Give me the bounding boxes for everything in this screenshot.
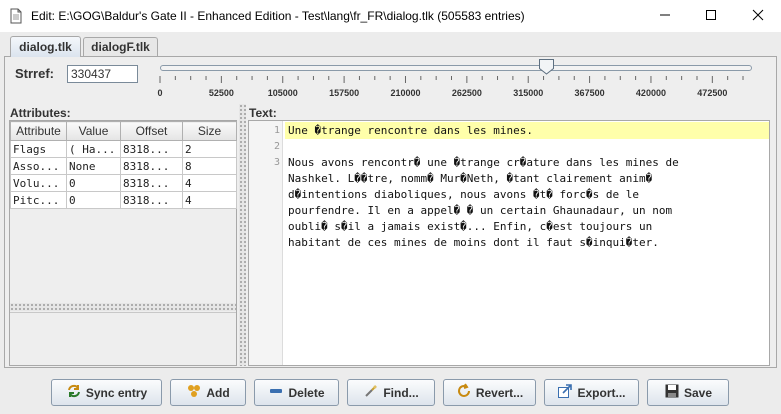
tick-label: 315000	[513, 88, 544, 98]
table-cell: 8318...	[120, 140, 183, 158]
text-line: pourfendre. Il en a appel� � un certain …	[288, 204, 673, 217]
find-icon	[363, 383, 379, 402]
table-cell: 8318...	[120, 191, 183, 209]
attributes-lower-area	[10, 312, 236, 365]
delete-label: Delete	[288, 385, 325, 400]
document-icon	[8, 8, 24, 24]
delete-icon	[268, 383, 284, 402]
delete-button[interactable]: Delete	[254, 379, 339, 406]
add-label: Add	[206, 385, 230, 400]
text-line: d�intentions diaboliques, nous avons �t�…	[288, 188, 639, 201]
table-cell: 8318...	[120, 157, 183, 175]
revert-icon	[456, 383, 472, 402]
attributes-label: Attributes:	[10, 106, 71, 120]
find-button[interactable]: Find...	[347, 379, 435, 406]
revert-button[interactable]: Revert...	[443, 379, 536, 406]
tab-dialog-tlk[interactable]: dialog.tlk	[10, 36, 81, 57]
tab-dialogf-tlk[interactable]: dialogF.tlk	[83, 37, 158, 56]
tick-label: 210000	[390, 88, 421, 98]
table-cell: 4	[182, 191, 237, 209]
text-line: Une �trange rencontre dans les mines.	[288, 124, 534, 137]
title-bar: Edit: E:\GOG\Baldur's Gate II - Enhanced…	[0, 0, 781, 32]
table-cell: 0	[66, 191, 121, 209]
close-icon	[752, 9, 764, 24]
export-button[interactable]: Export...	[544, 379, 639, 406]
table-cell: Volu...	[10, 174, 67, 192]
text-line: Nashkel. L��tre, nomm� Mur�Neth, �tant c…	[288, 172, 653, 185]
maximize-button[interactable]	[688, 0, 734, 32]
attributes-splitter[interactable]	[10, 303, 236, 311]
table-cell: Asso...	[10, 157, 67, 175]
table-cell: ( Ha...	[66, 140, 121, 158]
sync-entry-label: Sync entry	[85, 385, 148, 400]
table-cell: 4	[182, 174, 237, 192]
table-row[interactable]: Flags ( Ha... 8318... 2	[10, 140, 237, 158]
column-header-value[interactable]: Value	[66, 121, 121, 141]
table-cell: 8318...	[120, 174, 183, 192]
window-title: Edit: E:\GOG\Baldur's Gate II - Enhanced…	[31, 9, 525, 23]
text-line: oubli� s�il a jamais exist�... Enfin, c�…	[288, 220, 653, 233]
attributes-header-row: Attribute Value Offset Size	[10, 121, 237, 141]
tick-label: 420000	[635, 88, 666, 98]
table-cell: 2	[182, 140, 237, 158]
slider-ticks	[159, 76, 744, 83]
tick-label: 52500	[208, 88, 234, 98]
text-line: Nous avons rencontr� une �trange cr�atur…	[288, 156, 679, 169]
strref-slider-track[interactable]	[160, 65, 752, 71]
slider-tick-labels: 0 52500 105000 157500 210000 262500 315000 3675…	[0, 88, 781, 100]
minimize-button[interactable]	[642, 0, 688, 32]
table-row[interactable]: Pitc... 0 8318... 4	[10, 191, 237, 209]
table-row[interactable]: Volu... 0 8318... 4	[10, 174, 237, 192]
find-label: Find...	[383, 385, 419, 400]
tick-label: 472500	[697, 88, 728, 98]
tick-label: 0	[157, 88, 163, 98]
table-cell: Pitc...	[10, 191, 67, 209]
table-cell: None	[66, 157, 121, 175]
add-icon	[186, 383, 202, 402]
column-header-offset[interactable]: Offset	[120, 121, 183, 141]
add-button[interactable]: Add	[170, 379, 246, 406]
export-icon	[557, 383, 573, 402]
line-number: 1	[273, 125, 280, 136]
table-cell: 0	[66, 174, 121, 192]
minimize-icon	[659, 9, 671, 24]
strref-slider-thumb[interactable]	[538, 58, 555, 75]
export-label: Export...	[577, 385, 626, 400]
column-header-attribute[interactable]: Attribute	[10, 121, 67, 141]
attributes-table: Attribute Value Offset Size Flags ( Ha..…	[10, 121, 237, 209]
table-cell: Flags	[10, 140, 67, 158]
save-label: Save	[683, 385, 713, 400]
tick-label: 157500	[329, 88, 360, 98]
line-number: 2	[273, 141, 280, 152]
table-cell: 8	[182, 157, 237, 175]
save-button[interactable]: Save	[647, 379, 729, 406]
column-header-size[interactable]: Size	[182, 121, 237, 141]
sync-entry-button[interactable]: Sync entry	[51, 379, 162, 406]
text-label: Text:	[249, 106, 277, 120]
maximize-icon	[705, 9, 717, 24]
line-number: 3	[273, 157, 280, 168]
sync-icon	[66, 383, 82, 402]
tick-label: 262500	[451, 88, 482, 98]
table-row[interactable]: Asso... None 8318... 8	[10, 157, 237, 175]
text-line: habitant de ces mines de moins dont il f…	[288, 236, 659, 249]
tick-label: 367500	[574, 88, 605, 98]
close-button[interactable]	[735, 0, 781, 32]
save-icon	[664, 383, 680, 402]
vertical-splitter[interactable]	[239, 104, 246, 366]
tick-label: 105000	[267, 88, 298, 98]
revert-label: Revert...	[475, 385, 524, 400]
